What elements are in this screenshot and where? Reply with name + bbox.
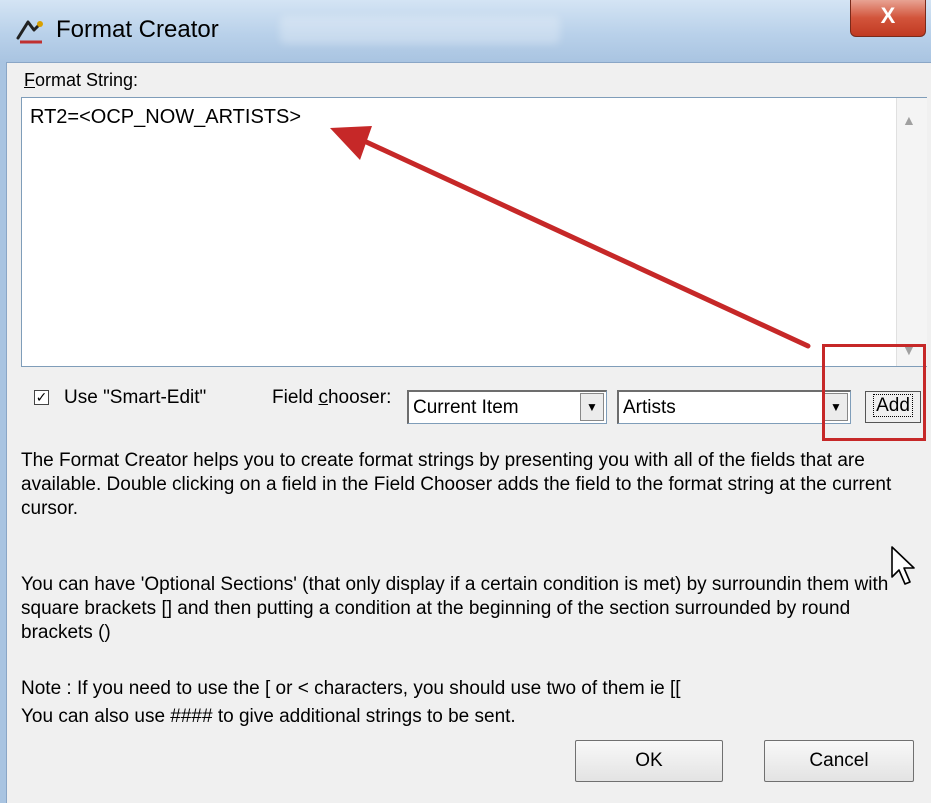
source-select-value: Current Item xyxy=(413,397,519,418)
dropdown-arrow-icon[interactable]: ▼ xyxy=(580,393,604,421)
dropdown-arrow-icon[interactable]: ▼ xyxy=(824,393,848,421)
format-string-value[interactable]: RT2=<OCP_NOW_ARTISTS> xyxy=(30,104,301,130)
add-button[interactable]: Add xyxy=(865,391,921,423)
window-title: Format Creator xyxy=(56,16,219,43)
scroll-down-icon[interactable]: ▼ xyxy=(902,342,916,358)
add-button-label: Add xyxy=(873,394,913,417)
title-bar-reflection xyxy=(280,16,560,44)
format-string-label: Format String: xyxy=(24,70,139,90)
help-paragraph: The Format Creator helps you to create f… xyxy=(21,450,892,519)
close-icon: X xyxy=(880,3,896,28)
field-chooser-label: Field chooser: xyxy=(272,387,392,408)
mouse-pointer-icon xyxy=(891,546,915,585)
ok-button[interactable]: OK xyxy=(575,740,723,782)
cancel-button[interactable]: Cancel xyxy=(764,740,914,782)
help-paragraph: Note : If you need to use the [ or < cha… xyxy=(21,678,681,699)
field-select[interactable]: Artists ▼ xyxy=(617,390,851,424)
field-select-value: Artists xyxy=(623,397,676,418)
help-paragraph: You can also use #### to give additional… xyxy=(21,706,516,727)
scroll-up-icon[interactable]: ▲ xyxy=(902,112,916,128)
window-left-border xyxy=(0,62,7,803)
window-app-icon xyxy=(16,20,43,44)
smart-edit-checkbox[interactable]: ✓ xyxy=(34,390,49,405)
help-paragraph: You can have 'Optional Sections' (that o… xyxy=(21,574,889,643)
format-string-scrollbar[interactable] xyxy=(896,98,927,366)
source-select[interactable]: Current Item ▼ xyxy=(407,390,607,424)
close-button[interactable]: X xyxy=(850,0,926,37)
smart-edit-label[interactable]: Use "Smart-Edit" xyxy=(64,386,206,410)
format-string-textarea[interactable] xyxy=(21,97,927,367)
checkmark-icon: ✓ xyxy=(35,389,48,405)
